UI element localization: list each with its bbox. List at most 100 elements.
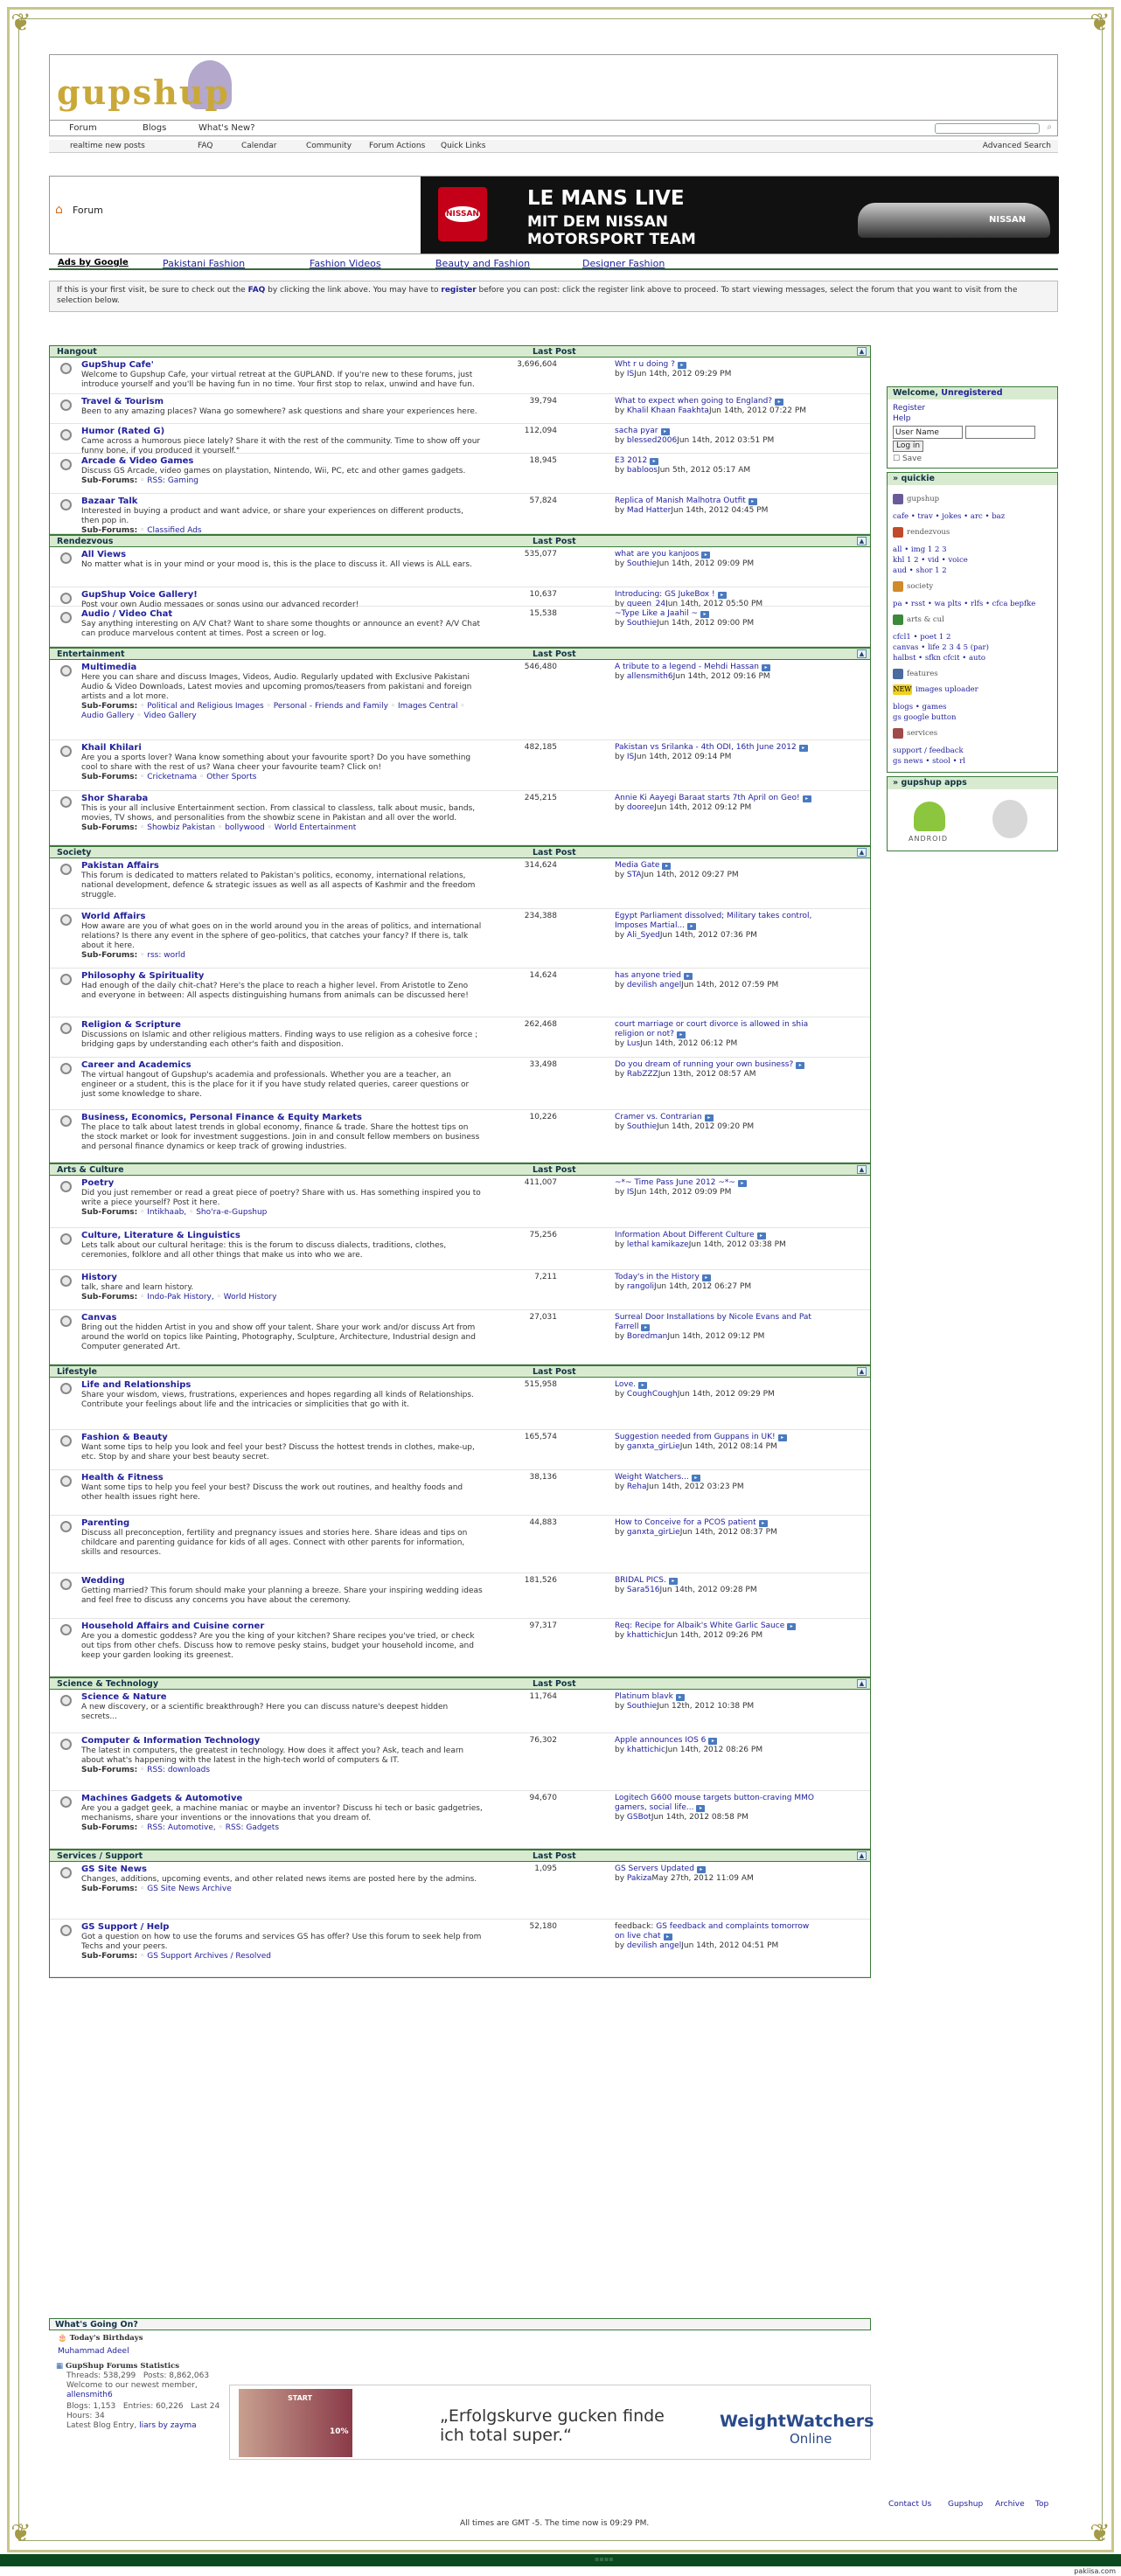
sub-forum-link[interactable]: World History bbox=[224, 1293, 277, 1302]
go-to-post-icon[interactable]: ▸ bbox=[668, 1578, 678, 1585]
last-post-user[interactable]: Southie bbox=[627, 1702, 657, 1711]
last-post-user[interactable]: khattichic bbox=[627, 1631, 665, 1640]
category-title[interactable]: Rendezvous bbox=[57, 537, 113, 546]
last-post-user[interactable]: CoughCough bbox=[627, 1390, 678, 1399]
last-post-link[interactable]: Wht r u doing ? bbox=[615, 360, 675, 369]
last-post-link[interactable]: A tribute to a legend - Mehdi Hassan bbox=[615, 663, 759, 671]
weightwatchers-ad-banner[interactable]: START 10% „Erfolgskurve gucken finde ich … bbox=[229, 2385, 874, 2460]
forum-title[interactable]: Khail Khilari bbox=[81, 743, 142, 753]
subnav-forum-actions[interactable]: Forum Actions bbox=[369, 142, 425, 150]
footer-gupshup[interactable]: Gupshup bbox=[948, 2500, 983, 2509]
sub-forum-link[interactable]: Audio Gallery bbox=[81, 712, 135, 720]
go-to-post-icon[interactable]: ▸ bbox=[641, 1324, 651, 1331]
forum-title[interactable]: GS Support / Help bbox=[81, 1922, 169, 1932]
go-to-post-icon[interactable]: ▸ bbox=[675, 1694, 685, 1701]
forum-title[interactable]: Business, Economics, Personal Finance & … bbox=[81, 1113, 362, 1122]
category-title[interactable]: Arts & Culture bbox=[57, 1165, 124, 1175]
sub-forum-link[interactable]: RSS: downloads bbox=[147, 1766, 210, 1774]
last-post-link[interactable]: Information About Different Culture bbox=[615, 1231, 755, 1239]
collapse-icon[interactable]: ▲ bbox=[857, 649, 867, 658]
go-to-post-icon[interactable]: ▸ bbox=[700, 611, 710, 618]
sub-forum-link[interactable]: RSS: Gaming bbox=[147, 476, 198, 485]
last-post-user[interactable]: Southie bbox=[627, 559, 657, 568]
nav-forum[interactable]: Forum bbox=[69, 123, 97, 133]
last-post-link[interactable]: Introducing: GS JukeBox ! bbox=[615, 590, 715, 599]
go-to-post-icon[interactable]: ▸ bbox=[677, 362, 686, 369]
go-to-post-icon[interactable]: ▸ bbox=[696, 1866, 706, 1873]
forum-title[interactable]: Culture, Literature & Linguistics bbox=[81, 1231, 240, 1240]
last-post-link[interactable]: Do you dream of running your own busines… bbox=[615, 1060, 793, 1069]
forum-title[interactable]: Poetry bbox=[81, 1178, 114, 1188]
forum-title[interactable]: Machines Gadgets & Automotive bbox=[81, 1794, 242, 1803]
last-post-link[interactable]: Replica of Manish Malhotra Outfit bbox=[615, 496, 746, 505]
apple-icon[interactable] bbox=[992, 800, 1027, 838]
go-to-post-icon[interactable]: ▸ bbox=[663, 1934, 672, 1941]
ads-by-google[interactable]: Ads by Google bbox=[58, 258, 129, 267]
quickie-links[interactable]: cafe • trav • jokes • arc • baz bbox=[893, 511, 1052, 522]
forum-title[interactable]: Wedding bbox=[81, 1576, 124, 1586]
last-post-link[interactable]: What to expect when going to England? bbox=[615, 397, 772, 406]
go-to-post-icon[interactable]: ▸ bbox=[777, 1434, 787, 1441]
sub-forum-link[interactable]: Showbiz Pakistan bbox=[147, 823, 215, 832]
go-to-post-icon[interactable]: ▸ bbox=[704, 1114, 714, 1121]
breadcrumb[interactable]: Forum bbox=[73, 205, 103, 216]
last-post-link[interactable]: Annie Ki Aayegi Baraat starts 7th April … bbox=[615, 794, 800, 802]
sub-forum-link[interactable]: Images Central bbox=[398, 702, 458, 711]
forum-title[interactable]: Parenting bbox=[81, 1518, 129, 1528]
go-to-post-icon[interactable]: ▸ bbox=[687, 923, 697, 930]
go-to-post-icon[interactable]: ▸ bbox=[756, 1232, 766, 1239]
go-to-post-icon[interactable]: ▸ bbox=[683, 973, 693, 980]
sub-forum-link[interactable]: Indo-Pak History, bbox=[147, 1293, 213, 1302]
go-to-post-icon[interactable]: ▸ bbox=[662, 863, 672, 870]
last-post-link[interactable]: ~Type Like a Jaahil ~ bbox=[615, 609, 698, 618]
last-post-link[interactable]: court marriage or court divorce is allow… bbox=[615, 1020, 808, 1038]
forum-title[interactable]: Household Affairs and Cuisine corner bbox=[81, 1621, 264, 1631]
forum-title[interactable]: All Views bbox=[81, 550, 126, 559]
last-post-user[interactable]: Khalil Khaan Faakhta bbox=[627, 406, 709, 415]
footer-top[interactable]: Top bbox=[1035, 2500, 1048, 2509]
last-post-link[interactable]: Platinum blavk bbox=[615, 1692, 673, 1701]
quickie-links[interactable]: blogs • games gs google button bbox=[893, 702, 1052, 723]
category-title[interactable]: Science & Technology bbox=[57, 1679, 158, 1689]
subnav-quick-links[interactable]: Quick Links bbox=[441, 142, 485, 150]
forum-title[interactable]: Bazaar Talk bbox=[81, 496, 137, 506]
category-title[interactable]: Society bbox=[57, 848, 91, 858]
newest-member[interactable]: allensmith6 bbox=[66, 2391, 113, 2399]
category-title[interactable]: Lifestyle bbox=[57, 1367, 97, 1377]
last-post-link[interactable]: Req: Recipe for Albaik's White Garlic Sa… bbox=[615, 1621, 784, 1630]
faq-link[interactable]: FAQ bbox=[248, 286, 266, 295]
last-post-link[interactable]: How to Conceive for a PCOS patient bbox=[615, 1518, 756, 1527]
footer-archive[interactable]: Archive bbox=[995, 2500, 1025, 2509]
collapse-icon[interactable]: ▲ bbox=[857, 1165, 867, 1174]
forum-title[interactable]: Health & Fitness bbox=[81, 1473, 164, 1482]
forum-title[interactable]: Canvas bbox=[81, 1313, 116, 1323]
forum-title[interactable]: Fashion & Beauty bbox=[81, 1433, 168, 1442]
collapse-icon[interactable]: ▲ bbox=[857, 1851, 867, 1860]
go-to-post-icon[interactable]: ▸ bbox=[708, 1738, 718, 1745]
search-input[interactable] bbox=[935, 123, 1040, 134]
sub-forum-link[interactable]: GS Site News Archive bbox=[147, 1885, 232, 1893]
advanced-search-link[interactable]: Advanced Search bbox=[983, 142, 1051, 150]
go-to-post-icon[interactable]: ▸ bbox=[650, 458, 659, 465]
last-post-user[interactable]: devilish angel bbox=[627, 1941, 681, 1950]
sub-forum-link[interactable]: RSS: Automotive, bbox=[147, 1823, 216, 1832]
nav-whats-new[interactable]: What's New? bbox=[198, 123, 255, 133]
forum-title[interactable]: Philosophy & Spirituality bbox=[81, 971, 204, 981]
last-post-user[interactable]: lethal kamikaze bbox=[627, 1240, 689, 1249]
sub-forum-link[interactable]: World Entertainment bbox=[275, 823, 357, 832]
sub-forum-link[interactable]: Other Sports bbox=[206, 773, 256, 781]
last-post-user[interactable]: STA bbox=[627, 871, 642, 879]
android-icon[interactable] bbox=[914, 802, 945, 831]
last-post-user[interactable]: ganxta_girLie bbox=[627, 1528, 680, 1537]
forum-title[interactable]: Pakistan Affairs bbox=[81, 861, 159, 871]
sub-forum-link[interactable]: Political and Religious Images bbox=[147, 702, 264, 711]
last-post-link[interactable]: Media Gate bbox=[615, 861, 659, 870]
go-to-post-icon[interactable]: ▸ bbox=[701, 1274, 711, 1281]
footer-contact-us[interactable]: Contact Us bbox=[888, 2500, 931, 2509]
go-to-post-icon[interactable]: ▸ bbox=[696, 1805, 706, 1812]
last-post-link[interactable]: GS Servers Updated bbox=[615, 1864, 694, 1873]
sub-forum-link[interactable]: Personal - Friends and Family bbox=[274, 702, 388, 711]
go-to-post-icon[interactable]: ▸ bbox=[787, 1623, 797, 1630]
quickie-group-name[interactable]: images uploader bbox=[916, 684, 978, 695]
last-post-link[interactable]: Suggestion needed from Guppans in UK! bbox=[615, 1433, 776, 1441]
